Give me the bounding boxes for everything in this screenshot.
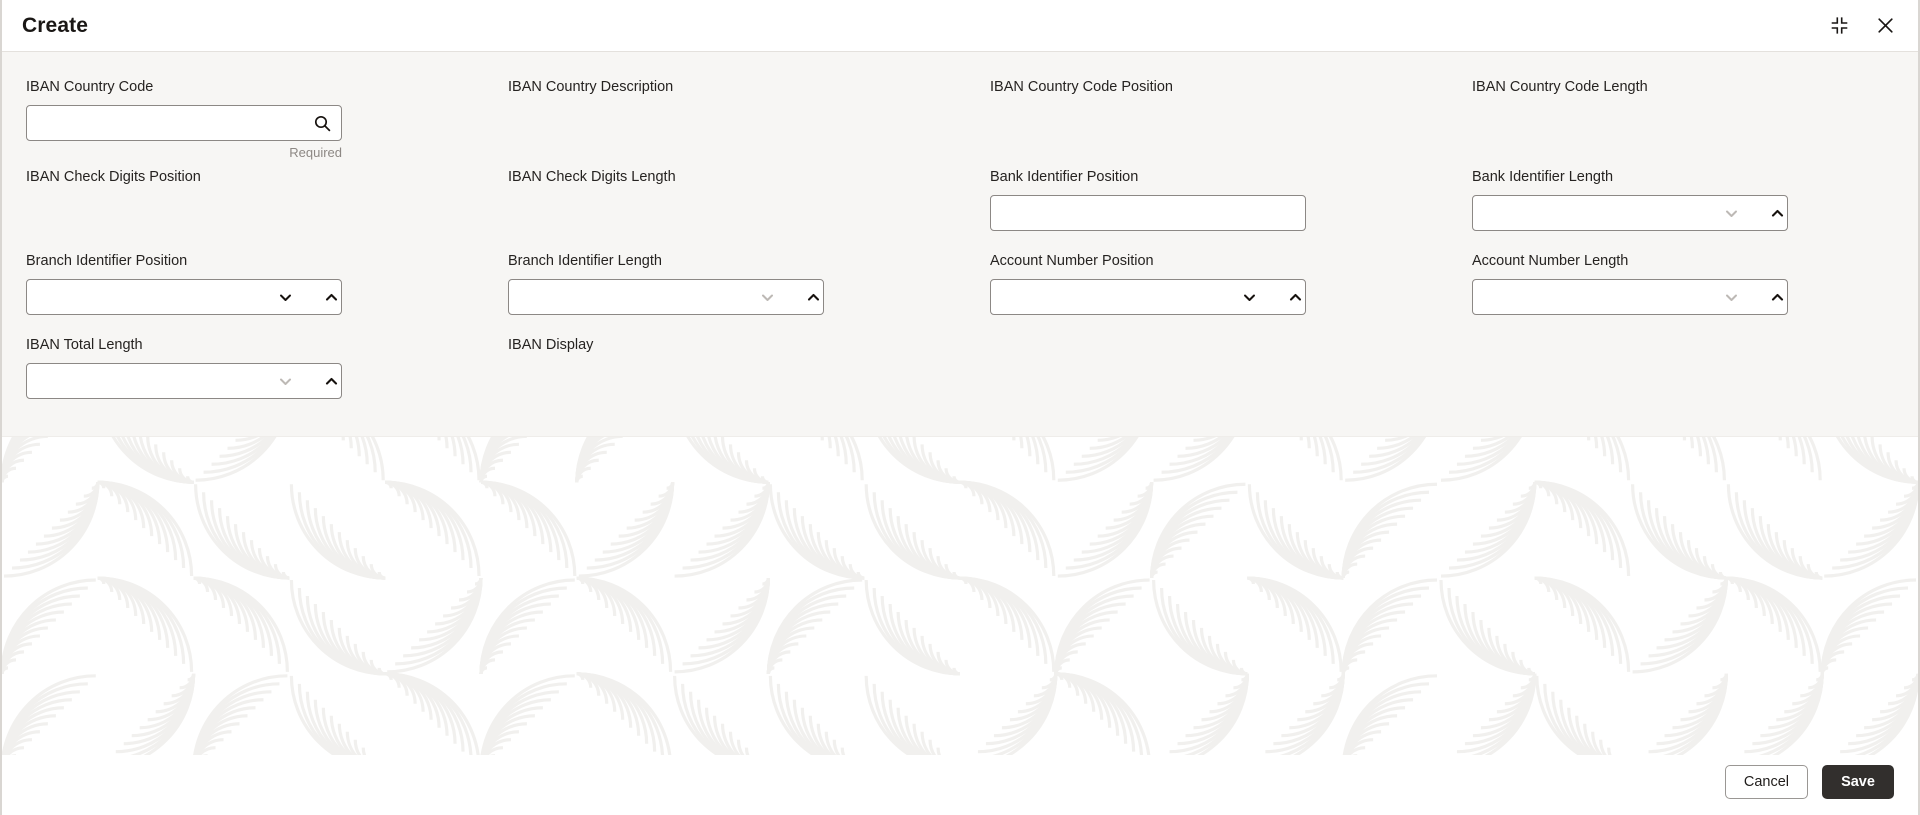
form-field-iban-display: IBAN Display [508,328,930,412]
iban-total-length-decrement-chevron-down-icon[interactable] [274,370,296,392]
control-wrap-iban-total-length [26,363,342,399]
account-number-position-decrement-chevron-down-icon[interactable] [1238,286,1260,308]
save-button[interactable]: Save [1822,765,1894,799]
form-field-bank-identifier-length: Bank Identifier Length [1472,160,1894,244]
form-field-iban-country-code-position: IBAN Country Code Position [990,70,1412,160]
branch-identifier-length-decrement-chevron-down-icon[interactable] [756,286,778,308]
control-wrap-branch-identifier-length [508,279,824,315]
field-label-iban-display: IBAN Display [508,337,594,353]
form-field-iban-check-digits-length: IBAN Check Digits Length [508,160,930,244]
dialog-titlebar: Create [2,0,1918,52]
form-field-iban-country-code: IBAN Country Code Required [26,70,448,160]
account-number-length-decrement-chevron-down-icon[interactable] [1720,286,1742,308]
form-field-iban-check-digits-position: IBAN Check Digits Position [26,160,448,244]
field-label-iban-check-digits-position: IBAN Check Digits Position [26,169,201,185]
field-label-iban-country-code: IBAN Country Code [26,79,154,95]
field-label-iban-country-code-position: IBAN Country Code Position [990,79,1173,95]
field-label-account-number-position: Account Number Position [990,253,1154,269]
search-icon[interactable] [311,112,333,134]
titlebar-actions [1824,11,1900,41]
form-field-bank-identifier-position: Bank Identifier Position [990,160,1412,244]
form-field-iban-country-description: IBAN Country Description [508,70,930,160]
control-wrap-branch-identifier-position [26,279,342,315]
field-label-account-number-length: Account Number Length [1472,253,1629,269]
page-title: Create [22,14,88,37]
decorative-background [2,437,1918,755]
close-icon [1876,16,1895,35]
create-form-panel: IBAN Country Code Required IBAN Country De… [2,52,1918,437]
field-label-iban-total-length: IBAN Total Length [26,337,143,353]
account-number-length-increment-chevron-up-icon[interactable] [1766,286,1788,308]
form-field-account-number-length: Account Number Length [1472,244,1894,328]
iban-total-length-increment-chevron-up-icon[interactable] [320,370,342,392]
control-wrap-bank-identifier-position [990,195,1306,231]
bank-identifier-length-decrement-chevron-down-icon[interactable] [1720,202,1742,224]
arc-pattern-graphic [2,437,1918,755]
branch-identifier-length-increment-chevron-up-icon[interactable] [802,286,824,308]
field-label-iban-country-description: IBAN Country Description [508,79,674,95]
dialog-footer: Cancel Save [2,755,1918,815]
control-wrap-account-number-length [1472,279,1788,315]
bank-identifier-position-input[interactable] [990,195,1306,231]
field-label-bank-identifier-position: Bank Identifier Position [990,169,1139,185]
helper-text-iban-country-code: Required [289,145,342,160]
form-field-branch-identifier-length: Branch Identifier Length [508,244,930,328]
form-field-grid: IBAN Country Code Required IBAN Country De… [26,70,1894,412]
field-label-branch-identifier-length: Branch Identifier Length [508,253,662,269]
iban-country-code-input[interactable] [26,105,342,141]
branch-identifier-position-increment-chevron-up-icon[interactable] [320,286,342,308]
cancel-button[interactable]: Cancel [1724,765,1808,799]
close-button[interactable] [1870,11,1900,41]
field-label-iban-country-code-length: IBAN Country Code Length [1472,79,1648,95]
minimize-restore-button[interactable] [1824,11,1854,41]
collapse-corners-icon [1831,17,1848,34]
bank-identifier-length-increment-chevron-up-icon[interactable] [1766,202,1788,224]
create-dialog-window: Create IBAN Country Code Required IBAN C… [0,0,1920,815]
field-label-bank-identifier-length: Bank Identifier Length [1472,169,1614,185]
branch-identifier-position-decrement-chevron-down-icon[interactable] [274,286,296,308]
control-wrap-iban-country-code [26,105,342,141]
control-wrap-account-number-position [990,279,1306,315]
account-number-position-increment-chevron-up-icon[interactable] [1284,286,1306,308]
form-field-iban-country-code-length: IBAN Country Code Length [1472,70,1894,160]
form-field-iban-total-length: IBAN Total Length [26,328,448,412]
form-field-account-number-position: Account Number Position [990,244,1412,328]
form-field-branch-identifier-position: Branch Identifier Position [26,244,448,328]
field-label-branch-identifier-position: Branch Identifier Position [26,253,188,269]
control-wrap-bank-identifier-length [1472,195,1788,231]
field-label-iban-check-digits-length: IBAN Check Digits Length [508,169,676,185]
